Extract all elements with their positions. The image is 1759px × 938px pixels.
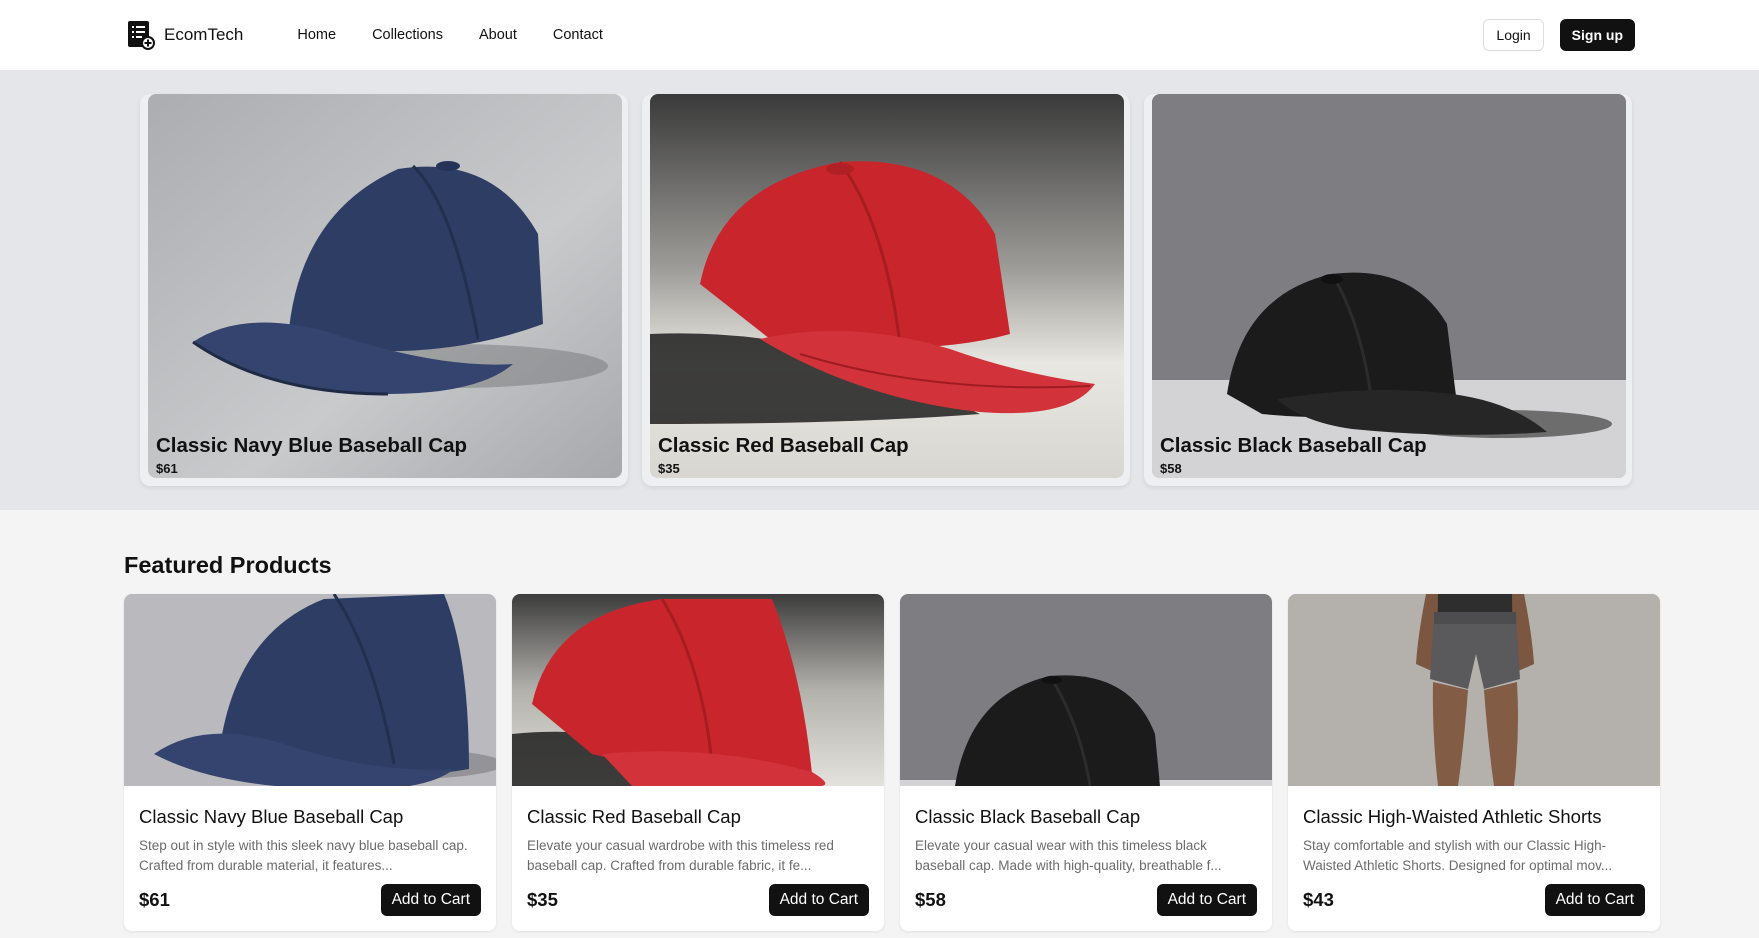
hero-image-black-cap: Classic Black Baseball Cap $58 <box>1152 94 1626 478</box>
product-description: Elevate your casual wear with this timel… <box>915 838 1222 873</box>
product-image[interactable] <box>900 594 1272 786</box>
hero-title: Classic Red Baseball Cap <box>658 434 909 457</box>
signup-button[interactable]: Sign up <box>1559 19 1635 51</box>
hero-price: $35 <box>658 461 680 476</box>
product-info: Classic High-Waisted Athletic Shorts Sta… <box>1288 786 1660 916</box>
product-price: $58 <box>915 889 946 910</box>
featured-products-section: Featured Products Classic Navy Blue Base… <box>0 510 1759 931</box>
product-image[interactable] <box>1288 594 1660 786</box>
product-footer: $35 Add to Cart <box>527 884 869 916</box>
product-footer: $61 Add to Cart <box>139 884 481 916</box>
product-title[interactable]: Classic Red Baseball Cap <box>527 806 869 828</box>
product-card[interactable]: Classic Red Baseball Cap Elevate your ca… <box>512 594 884 931</box>
product-image[interactable] <box>512 594 884 786</box>
product-price: $61 <box>139 889 170 910</box>
hero-caption: Classic Navy Blue Baseball Cap $61 <box>156 434 467 476</box>
hero-track: Classic Navy Blue Baseball Cap $61 Class… <box>0 94 1759 486</box>
product-info: Classic Black Baseball Cap Elevate your … <box>900 786 1272 916</box>
brand-name: EcomTech <box>164 25 244 44</box>
hero-title: Classic Navy Blue Baseball Cap <box>156 434 468 457</box>
logo-icon <box>128 21 155 50</box>
login-button[interactable]: Login <box>1483 19 1544 51</box>
nav-contact[interactable]: Contact <box>553 27 603 43</box>
section-title: Featured Products <box>124 552 332 578</box>
athletic-shorts-image <box>1288 594 1660 786</box>
navy-cap-image <box>124 594 496 786</box>
product-price: $43 <box>1303 889 1334 910</box>
hero-image-red-cap: Classic Red Baseball Cap $35 <box>650 94 1124 478</box>
product-description: Stay comfortable and stylish with our Cl… <box>1303 838 1613 873</box>
product-footer: $43 Add to Cart <box>1303 884 1645 916</box>
hero-slide-red-cap[interactable]: Classic Red Baseball Cap $35 <box>642 94 1130 486</box>
product-description: Elevate your casual wardrobe with this t… <box>527 838 834 873</box>
product-info: Classic Navy Blue Baseball Cap Step out … <box>124 786 496 916</box>
product-footer: $58 Add to Cart <box>915 884 1257 916</box>
hero-caption: Classic Red Baseball Cap $35 <box>658 434 909 476</box>
hero-slide-black-cap[interactable]: Classic Black Baseball Cap $58 <box>1144 94 1632 486</box>
add-to-cart-button[interactable]: Add to Cart <box>1156 884 1257 916</box>
nav-collections[interactable]: Collections <box>372 27 443 43</box>
main-nav: Home Collections About Contact <box>297 27 603 43</box>
brand[interactable]: EcomTech <box>127 20 243 50</box>
hero-carousel: Classic Navy Blue Baseball Cap $61 Class… <box>0 70 1759 510</box>
red-cap-image <box>650 94 1124 478</box>
add-to-cart-button[interactable]: Add to Cart <box>768 884 869 916</box>
product-card[interactable]: Classic High-Waisted Athletic Shorts Sta… <box>1288 594 1660 931</box>
product-price: $35 <box>527 889 558 910</box>
hero-title: Classic Black Baseball Cap <box>1160 434 1427 457</box>
product-info: Classic Red Baseball Cap Elevate your ca… <box>512 786 884 916</box>
nav-home[interactable]: Home <box>297 27 336 43</box>
product-title[interactable]: Classic High-Waisted Athletic Shorts <box>1303 806 1645 828</box>
red-cap-image <box>512 594 884 786</box>
product-title[interactable]: Classic Black Baseball Cap <box>915 806 1257 828</box>
black-cap-image <box>1152 94 1626 478</box>
product-description: Step out in style with this sleek navy b… <box>139 838 468 873</box>
product-title[interactable]: Classic Navy Blue Baseball Cap <box>139 806 481 828</box>
hero-price: $58 <box>1160 461 1182 476</box>
hero-caption: Classic Black Baseball Cap $58 <box>1160 434 1427 476</box>
add-to-cart-button[interactable]: Add to Cart <box>380 884 481 916</box>
auth-actions: Login Sign up <box>1483 19 1635 51</box>
hero-price: $61 <box>156 461 178 476</box>
product-grid: Classic Navy Blue Baseball Cap Step out … <box>124 594 1671 931</box>
product-card[interactable]: Classic Black Baseball Cap Elevate your … <box>900 594 1272 931</box>
navy-cap-image <box>148 94 622 478</box>
top-navbar: EcomTech Home Collections About Contact … <box>0 0 1759 70</box>
product-card[interactable]: Classic Navy Blue Baseball Cap Step out … <box>124 594 496 931</box>
hero-slide-navy-cap[interactable]: Classic Navy Blue Baseball Cap $61 <box>140 94 628 486</box>
nav-about[interactable]: About <box>479 27 517 43</box>
product-image[interactable] <box>124 594 496 786</box>
hero-image-navy-cap: Classic Navy Blue Baseball Cap $61 <box>148 94 622 478</box>
add-to-cart-button[interactable]: Add to Cart <box>1544 884 1645 916</box>
black-cap-image <box>900 594 1272 786</box>
